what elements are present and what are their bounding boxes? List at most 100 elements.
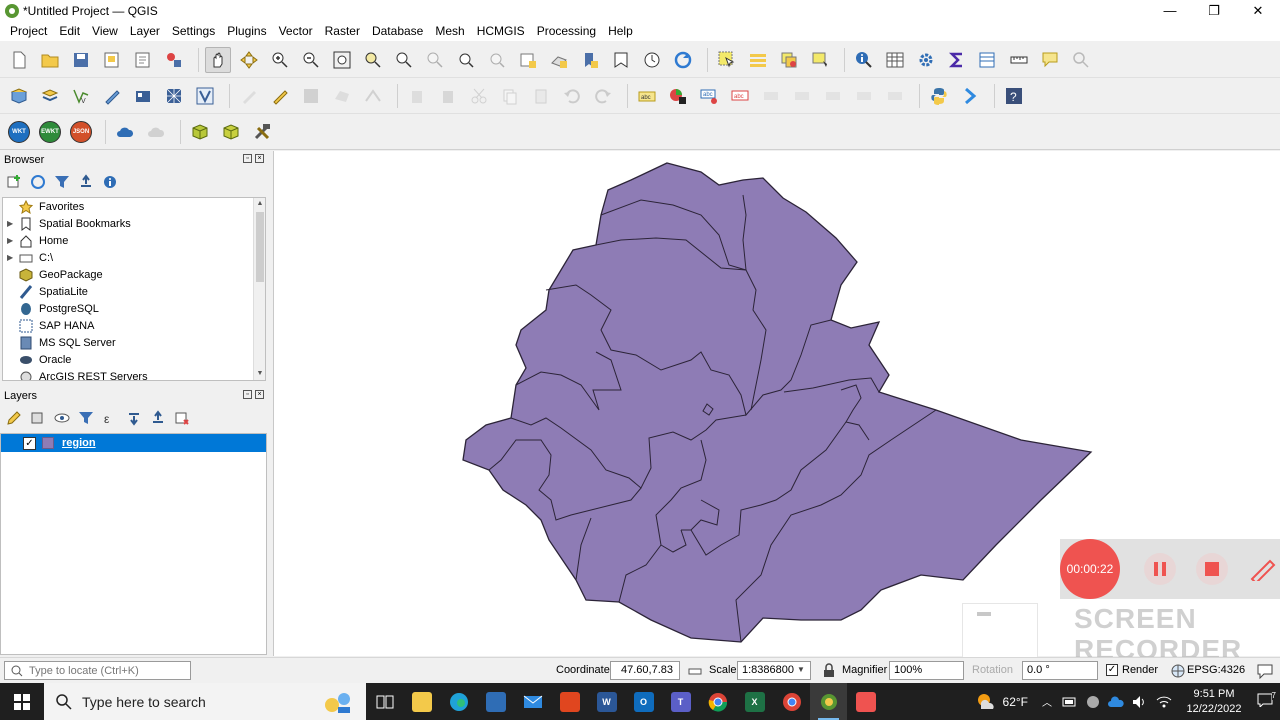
refresh-icon[interactable] — [30, 174, 46, 190]
new-project-button[interactable] — [6, 47, 32, 73]
taskbar-edge[interactable] — [440, 683, 477, 720]
rotate-label-button[interactable] — [789, 83, 815, 109]
recorder-draw-icon[interactable] — [1250, 557, 1280, 581]
browser-scrollbar[interactable]: ▲ ▼ — [253, 198, 265, 380]
pan-to-selection-button[interactable] — [236, 47, 262, 73]
deselect-features-button[interactable] — [776, 47, 802, 73]
taskbar-word[interactable]: W — [588, 683, 625, 720]
map-tips-button[interactable] — [1037, 47, 1063, 73]
ewkt-button[interactable]: EWKT — [37, 119, 63, 145]
chevron-up-icon[interactable]: ︿ — [1042, 694, 1052, 709]
menu-mesh[interactable]: Mesh — [429, 24, 470, 38]
add-group-icon[interactable] — [30, 410, 46, 426]
filter-legend-icon[interactable] — [78, 410, 94, 426]
scroll-thumb[interactable] — [256, 212, 264, 282]
style-brush-icon[interactable] — [6, 410, 22, 426]
add-mesh-button[interactable] — [161, 83, 187, 109]
browser-item-geopackage[interactable]: GeoPackage — [3, 266, 265, 283]
menu-help[interactable]: Help — [602, 24, 639, 38]
delete-button-2[interactable] — [435, 83, 461, 109]
taskbar-excel[interactable]: X — [736, 683, 773, 720]
minimize-button[interactable]: — — [1148, 0, 1192, 21]
menu-raster[interactable]: Raster — [319, 24, 366, 38]
highlight-labels-button[interactable]: abc — [727, 83, 753, 109]
move-label-button[interactable] — [758, 83, 784, 109]
temporal-controller-button[interactable] — [639, 47, 665, 73]
diagram-tool-button[interactable] — [665, 83, 691, 109]
region-polygon-outline[interactable] — [462, 162, 1093, 643]
zoom-native-button[interactable] — [422, 47, 448, 73]
browser-item-sap-hana[interactable]: SAP HANA — [3, 317, 265, 334]
cloud-button[interactable] — [112, 119, 138, 145]
layer-visibility-checkbox[interactable]: ✓ — [23, 436, 36, 450]
crs-label[interactable]: EPSG:4326 — [1187, 664, 1245, 676]
statistics-button[interactable] — [944, 47, 970, 73]
zoom-last-button[interactable] — [453, 47, 479, 73]
change-label-button[interactable] — [820, 83, 846, 109]
cloud-sync-button[interactable] — [143, 119, 169, 145]
tools-button[interactable] — [249, 119, 275, 145]
info-icon[interactable] — [102, 174, 118, 190]
scroll-down-icon[interactable]: ▼ — [254, 368, 265, 380]
recorder-pause-button[interactable] — [1144, 553, 1176, 585]
filter-icon[interactable] — [54, 174, 70, 190]
add-raster-button[interactable] — [130, 83, 156, 109]
undo-button[interactable] — [559, 83, 585, 109]
menu-hcmgis[interactable]: HCMGIS — [471, 24, 531, 38]
new-bookmark-button[interactable] — [577, 47, 603, 73]
float-panel-icon[interactable]: ▫ — [243, 154, 252, 163]
lock-icon[interactable] — [822, 663, 836, 678]
recorder-stop-button[interactable] — [1196, 553, 1228, 585]
copy-features-button[interactable] — [497, 83, 523, 109]
new-3d-view-button[interactable] — [546, 47, 572, 73]
expand-all-icon[interactable] — [126, 410, 142, 426]
notification-center-button[interactable]: 7 — [1250, 691, 1280, 710]
taskbar-store[interactable] — [477, 683, 514, 720]
python-console-button[interactable] — [926, 83, 952, 109]
rotation-field[interactable]: 0.0 ° — [1022, 661, 1098, 680]
show-bookmarks-button[interactable] — [608, 47, 634, 73]
select-features-button[interactable] — [714, 47, 740, 73]
taskbar-office[interactable] — [551, 683, 588, 720]
zoom-to-selection-button[interactable] — [360, 47, 386, 73]
browser-item-spatial-bookmarks[interactable]: ▶ Spatial Bookmarks — [3, 215, 265, 232]
delete-selected-button[interactable] — [404, 83, 430, 109]
add-layer-button[interactable] — [37, 83, 63, 109]
weather-icon[interactable] — [975, 691, 997, 713]
taskbar-teams[interactable]: T — [662, 683, 699, 720]
messages-icon[interactable] — [1256, 663, 1274, 679]
data-source-manager-button[interactable] — [6, 83, 32, 109]
save-project-button[interactable] — [68, 47, 94, 73]
label-tool-4-button[interactable] — [851, 83, 877, 109]
open-attribute-table-button[interactable] — [882, 47, 908, 73]
taskbar-recorder[interactable] — [847, 683, 884, 720]
menu-edit[interactable]: Edit — [53, 24, 86, 38]
add-virtual-layer-button[interactable] — [192, 83, 218, 109]
remove-layer-icon[interactable] — [174, 410, 190, 426]
taskbar-outlook[interactable]: O — [625, 683, 662, 720]
expression-filter-icon[interactable]: ε — [102, 410, 118, 426]
cloud-onedrive-icon[interactable] — [1108, 695, 1124, 708]
measure-line-button[interactable] — [1006, 47, 1032, 73]
style-manager-button[interactable] — [161, 47, 187, 73]
zoom-in-button[interactable] — [267, 47, 293, 73]
close-panel-icon[interactable]: × — [255, 390, 264, 399]
locator-input[interactable]: Type to locate (Ctrl+K) — [4, 661, 191, 680]
taskbar-chrome[interactable] — [699, 683, 736, 720]
browser-item-spatialite[interactable]: SpatiaLite — [3, 283, 265, 300]
attribute-table-dropdown[interactable] — [975, 47, 1001, 73]
select-by-value-button[interactable] — [745, 47, 771, 73]
recorder-timer[interactable]: 00:00:22 — [1060, 539, 1120, 599]
browser-item-oracle[interactable]: Oracle — [3, 351, 265, 368]
package-button[interactable] — [187, 119, 213, 145]
menu-layer[interactable]: Layer — [124, 24, 166, 38]
taskbar-explorer[interactable] — [403, 683, 440, 720]
browser-item-arcgis-rest[interactable]: ArcGIS REST Servers — [3, 368, 265, 380]
taskbar-search-box[interactable]: Type here to search — [44, 683, 366, 720]
browser-item-postgresql[interactable]: PostgreSQL — [3, 300, 265, 317]
restore-button[interactable]: ❐ — [1192, 0, 1236, 21]
browser-item-c-drive[interactable]: ▶ C:\ — [3, 249, 265, 266]
new-print-layout-button[interactable] — [99, 47, 125, 73]
zoom-to-layer-button[interactable] — [391, 47, 417, 73]
menu-plugins[interactable]: Plugins — [221, 24, 272, 38]
